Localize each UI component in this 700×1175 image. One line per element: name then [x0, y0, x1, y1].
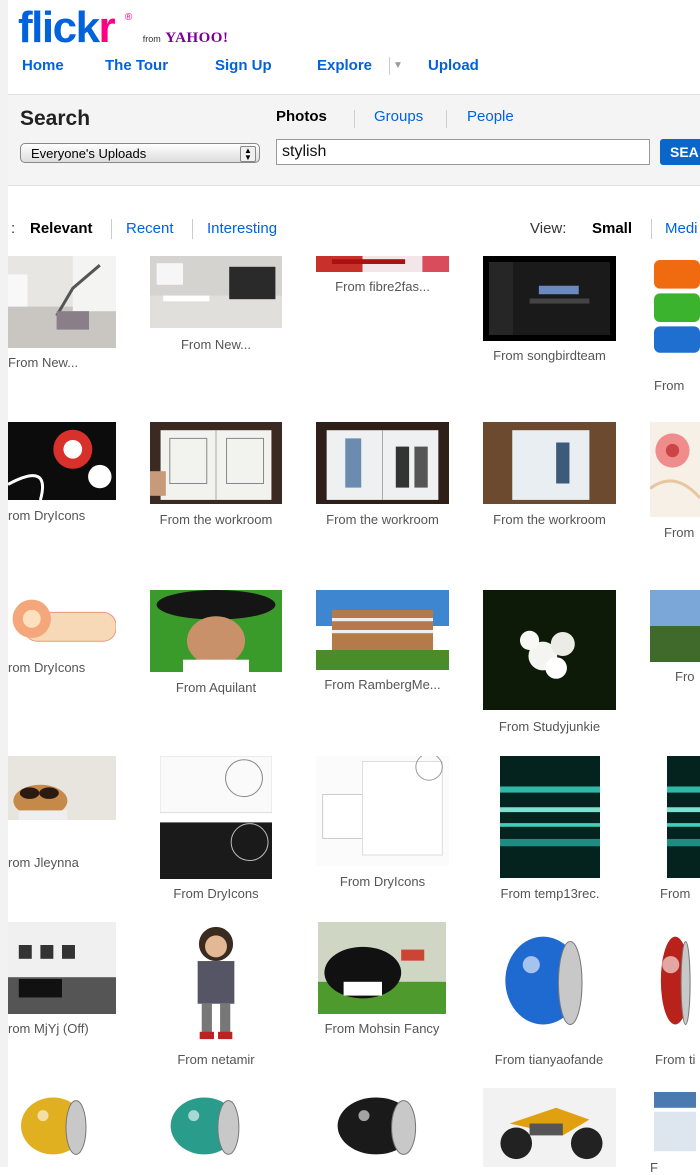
- tab-people[interactable]: People: [467, 108, 514, 125]
- photo-caption[interactable]: From fibre2fas...: [303, 279, 463, 294]
- photo-caption[interactable]: From Mohsin Fancy: [302, 1021, 462, 1036]
- photo-thumbnail[interactable]: [8, 922, 116, 1014]
- photo-caption[interactable]: From RambergMe...: [303, 677, 463, 692]
- photo-thumbnail[interactable]: [483, 256, 616, 341]
- photo-thumbnail[interactable]: [650, 422, 700, 517]
- photo-thumbnail[interactable]: [483, 422, 616, 504]
- search-button[interactable]: SEA: [660, 139, 700, 165]
- photo-caption[interactable]: From tianyaofande: [469, 1052, 629, 1067]
- photo-caption[interactable]: From the workroom: [136, 512, 296, 527]
- logo-flick: flick: [18, 3, 100, 52]
- photo-caption[interactable]: rom MjYj (Off): [8, 1021, 89, 1036]
- photo-thumbnail[interactable]: [8, 422, 116, 500]
- tab-divider: [446, 110, 447, 128]
- photo-caption[interactable]: F: [650, 1160, 658, 1175]
- nav-upload[interactable]: Upload: [428, 57, 479, 74]
- photo-thumbnail[interactable]: [650, 590, 700, 662]
- search-panel: Search Photos Groups People Everyone's U…: [8, 94, 700, 186]
- photo-thumbnail[interactable]: [316, 422, 449, 504]
- nav-home[interactable]: Home: [22, 57, 64, 74]
- sort-recent[interactable]: Recent: [126, 220, 174, 237]
- photo-caption[interactable]: From: [660, 886, 690, 901]
- view-medium[interactable]: Medi: [665, 220, 698, 237]
- photo-thumbnail[interactable]: [150, 590, 282, 672]
- photo-thumbnail[interactable]: [165, 922, 267, 1044]
- view-divider: [651, 219, 652, 239]
- search-title: Search: [20, 107, 91, 130]
- photo-thumbnail[interactable]: [322, 1088, 442, 1167]
- nav-sign-up[interactable]: Sign Up: [215, 57, 272, 74]
- photo-thumbnail[interactable]: [316, 590, 449, 670]
- flickr-logo[interactable]: flickr ® from YAHOO!: [18, 6, 228, 50]
- photo-caption[interactable]: rom DryIcons: [8, 508, 85, 523]
- sort-divider: [192, 219, 193, 239]
- photo-thumbnail[interactable]: [8, 256, 116, 348]
- photo-caption[interactable]: From: [664, 525, 694, 540]
- photo-thumbnail[interactable]: [157, 1088, 262, 1167]
- photo-caption[interactable]: From Studyjunkie: [470, 719, 630, 734]
- nav-the-tour[interactable]: The Tour: [105, 57, 168, 74]
- search-scope-select[interactable]: Everyone's Uploads ▲ ▼: [20, 143, 260, 163]
- photo-caption[interactable]: From: [654, 378, 684, 393]
- photo-thumbnail[interactable]: [483, 1088, 616, 1167]
- photo-caption[interactable]: From netamir: [136, 1052, 296, 1067]
- search-scope-value: Everyone's Uploads: [31, 146, 147, 161]
- tab-divider: [354, 110, 355, 128]
- photo-caption[interactable]: rom DryIcons: [8, 660, 85, 675]
- photo-thumbnail[interactable]: [500, 756, 600, 878]
- tab-photos[interactable]: Photos: [276, 108, 327, 125]
- photo-caption[interactable]: From DryIcons: [136, 886, 296, 901]
- view-label: View:: [530, 220, 567, 237]
- photo-caption[interactable]: From temp13rec.: [470, 886, 630, 901]
- photo-thumbnail[interactable]: [8, 1088, 108, 1167]
- nav-explore[interactable]: Explore: [317, 57, 372, 74]
- photo-caption[interactable]: From the workroom: [303, 512, 463, 527]
- sort-relevant[interactable]: Relevant: [30, 220, 93, 237]
- logo-r: r: [98, 3, 116, 52]
- yahoo-logo: YAHOO!: [165, 30, 229, 46]
- sort-divider: [111, 219, 112, 239]
- photo-thumbnail[interactable]: [8, 590, 116, 654]
- photo-caption[interactable]: From Aquilant: [136, 680, 296, 695]
- photo-thumbnail[interactable]: [667, 756, 700, 878]
- search-input[interactable]: stylish: [276, 139, 650, 165]
- photo-caption[interactable]: From songbirdteam: [470, 348, 630, 363]
- photo-thumbnail[interactable]: [316, 256, 449, 272]
- photo-thumbnail[interactable]: [8, 756, 116, 820]
- photo-caption[interactable]: From New...: [136, 337, 296, 352]
- photo-caption[interactable]: From ti: [655, 1052, 695, 1067]
- photo-caption[interactable]: Fro: [675, 669, 695, 684]
- photo-thumbnail[interactable]: [483, 590, 616, 710]
- photo-caption[interactable]: From New...: [8, 355, 78, 370]
- logo-wordmark: flickr: [18, 3, 125, 52]
- logo-from: from: [142, 34, 161, 44]
- photo-thumbnail[interactable]: [150, 422, 282, 504]
- sort-interesting[interactable]: Interesting: [207, 220, 277, 237]
- photo-thumbnail[interactable]: [150, 256, 282, 328]
- sort-prefix: :: [11, 220, 16, 237]
- photo-thumbnail[interactable]: [160, 756, 272, 879]
- tab-groups[interactable]: Groups: [374, 108, 423, 125]
- photo-thumbnail[interactable]: [318, 922, 446, 1014]
- photo-caption[interactable]: From the workroom: [470, 512, 630, 527]
- photo-thumbnail[interactable]: [650, 1088, 700, 1167]
- photo-thumbnail[interactable]: [655, 922, 700, 1044]
- photo-thumbnail[interactable]: [316, 756, 449, 866]
- select-arrows-icon: ▲ ▼: [240, 146, 256, 162]
- photo-caption[interactable]: From DryIcons: [303, 874, 463, 889]
- photo-thumbnail[interactable]: [490, 922, 608, 1044]
- view-small[interactable]: Small: [592, 220, 632, 237]
- logo-registered: ®: [124, 12, 133, 23]
- explore-dropdown-icon[interactable]: ▼: [389, 57, 406, 75]
- photo-thumbnail[interactable]: [654, 256, 700, 366]
- photo-caption[interactable]: rom Jleynna: [8, 855, 79, 870]
